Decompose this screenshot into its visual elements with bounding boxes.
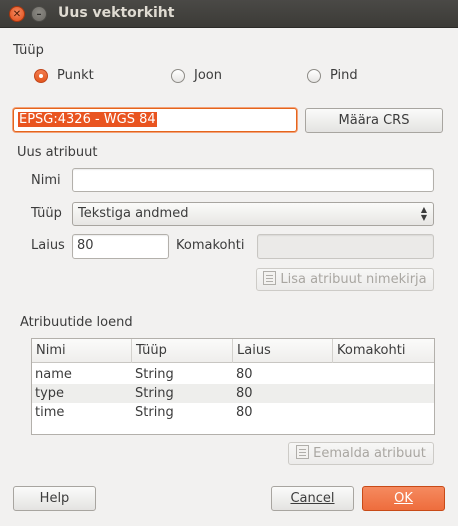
help-button[interactable]: Help	[13, 486, 96, 511]
spin-arrows-icon: ▲ ▼	[420, 205, 427, 222]
cell-width: 80	[236, 367, 253, 382]
table-row[interactable]: time String 80	[32, 403, 434, 422]
title-bar: ✕ – Uus vektorkiht	[0, 0, 458, 28]
attribute-precision-input[interactable]	[257, 234, 434, 259]
type-section-label: Tüüp	[13, 43, 44, 58]
ok-button[interactable]: OK	[362, 486, 445, 511]
cell-precision	[333, 384, 336, 403]
crs-field[interactable]: EPSG:4326 - WGS 84	[13, 108, 297, 132]
attribute-name-input[interactable]	[72, 168, 434, 192]
attribute-type-value: Tekstiga andmed	[78, 206, 189, 221]
window-title: Uus vektorkiht	[58, 5, 175, 21]
cancel-button-label: Cancel	[290, 491, 335, 506]
cell-width: 80	[236, 405, 253, 420]
crs-value: EPSG:4326 - WGS 84	[18, 112, 157, 127]
attribute-name-label: Nimi	[31, 173, 61, 188]
remove-attribute-button-label: Eemalda atribuut	[313, 446, 426, 461]
add-attribute-button[interactable]: Lisa atribuut nimekirja	[256, 268, 434, 291]
new-vector-layer-dialog: ✕ – Uus vektorkiht Tüüp Punkt Joon Pind …	[0, 0, 458, 526]
attribute-width-input[interactable]: 80	[72, 234, 169, 259]
close-window-icon[interactable]: ✕	[9, 6, 25, 22]
attribute-table: Nimi Tüüp Laius Komakohti name String 80…	[31, 338, 435, 435]
set-crs-button[interactable]: Määra CRS	[305, 108, 443, 133]
column-header-type[interactable]: Tüüp	[132, 339, 233, 363]
cell-type: String	[135, 386, 174, 401]
cell-name: name	[35, 367, 72, 382]
table-header: Nimi Tüüp Laius Komakohti	[32, 339, 434, 363]
cell-width: 80	[236, 386, 253, 401]
table-row[interactable]: name String 80	[32, 365, 434, 384]
radio-pind[interactable]	[307, 69, 321, 83]
add-to-list-icon	[263, 271, 277, 285]
minimize-window-icon[interactable]: –	[31, 6, 47, 22]
remove-from-list-icon	[296, 445, 310, 459]
cell-precision	[333, 403, 336, 422]
ok-button-label: OK	[394, 491, 413, 506]
attribute-list-heading: Atribuutide loend	[20, 315, 133, 330]
cell-name: type	[35, 386, 65, 401]
radio-joon-label[interactable]: Joon	[194, 68, 222, 83]
cell-precision	[333, 365, 336, 384]
column-header-precision[interactable]: Komakohti	[333, 339, 434, 363]
cell-type: String	[135, 405, 174, 420]
cancel-button[interactable]: Cancel	[271, 486, 354, 511]
radio-pind-label[interactable]: Pind	[330, 68, 358, 83]
radio-punkt-label[interactable]: Punkt	[57, 68, 94, 83]
radio-joon[interactable]	[171, 69, 185, 83]
column-header-name[interactable]: Nimi	[32, 339, 132, 363]
attribute-precision-label: Komakohti	[176, 238, 245, 253]
attribute-type-label: Tüüp	[31, 206, 62, 221]
new-attribute-heading: Uus atribuut	[17, 145, 98, 160]
radio-punkt[interactable]	[34, 69, 48, 83]
cell-name: time	[35, 405, 65, 420]
remove-attribute-button[interactable]: Eemalda atribuut	[288, 442, 434, 465]
attribute-type-select[interactable]: Tekstiga andmed ▲ ▼	[72, 202, 434, 226]
column-header-width[interactable]: Laius	[233, 339, 333, 363]
attribute-width-label: Laius	[31, 238, 65, 253]
add-attribute-button-label: Lisa atribuut nimekirja	[280, 272, 427, 287]
table-row[interactable]: type String 80	[32, 384, 434, 403]
cell-type: String	[135, 367, 174, 382]
